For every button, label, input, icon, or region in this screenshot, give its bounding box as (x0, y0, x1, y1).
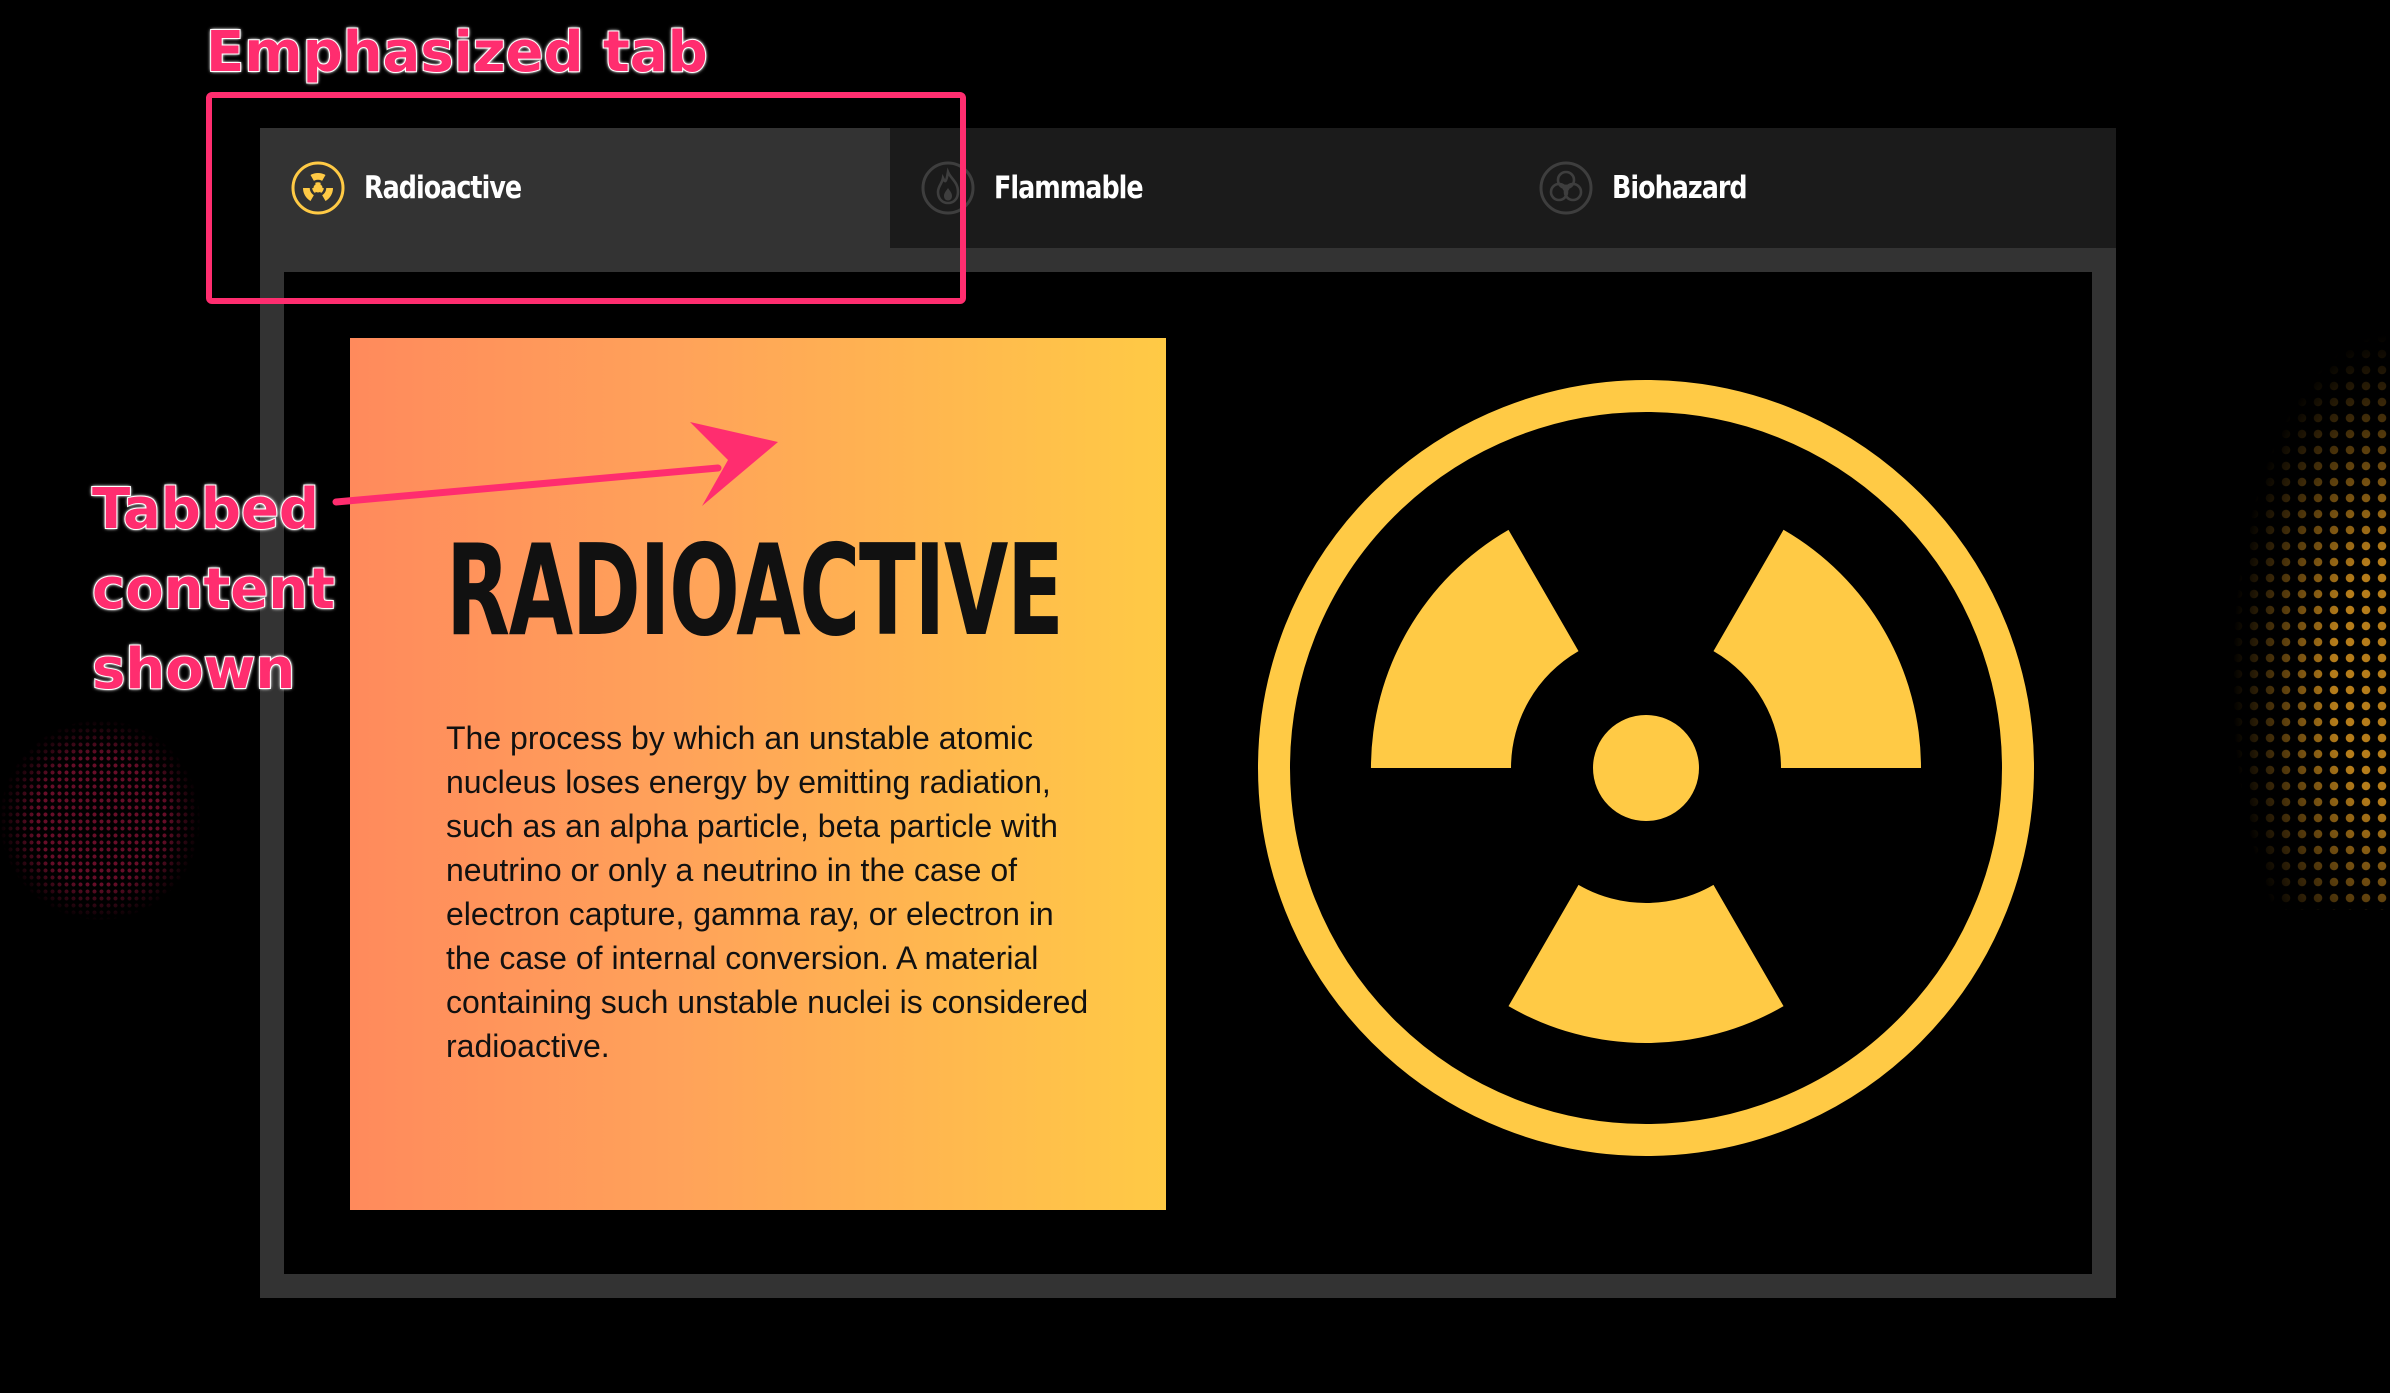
tab-label: Flammable (994, 170, 1144, 206)
content-title: RADIOACTIVE (446, 517, 1064, 664)
tab-biohazard[interactable]: Biohazard (1510, 128, 2116, 248)
radioactive-symbol (1258, 380, 2034, 1156)
page: Radioactive Flammable Biohazard RADIOACT… (0, 0, 2390, 1393)
annotation-tabbed-content: Tabbed content shown (91, 476, 336, 703)
decorative-dots-right (2230, 330, 2390, 910)
annotation-arrow (332, 422, 778, 506)
content-description: The process by which an unstable atomic … (446, 720, 1089, 1064)
biohazard-icon (1538, 160, 1594, 216)
tab-panel: RADIOACTIVE The process by which an unst… (260, 248, 2116, 1298)
decorative-dots-left (0, 720, 200, 920)
emphasized-tab-highlight (206, 92, 966, 304)
tab-flammable[interactable]: Flammable (890, 128, 1510, 248)
tab-label: Biohazard (1612, 170, 1748, 206)
annotation-emphasized-tab: Emphasized tab (205, 19, 709, 86)
